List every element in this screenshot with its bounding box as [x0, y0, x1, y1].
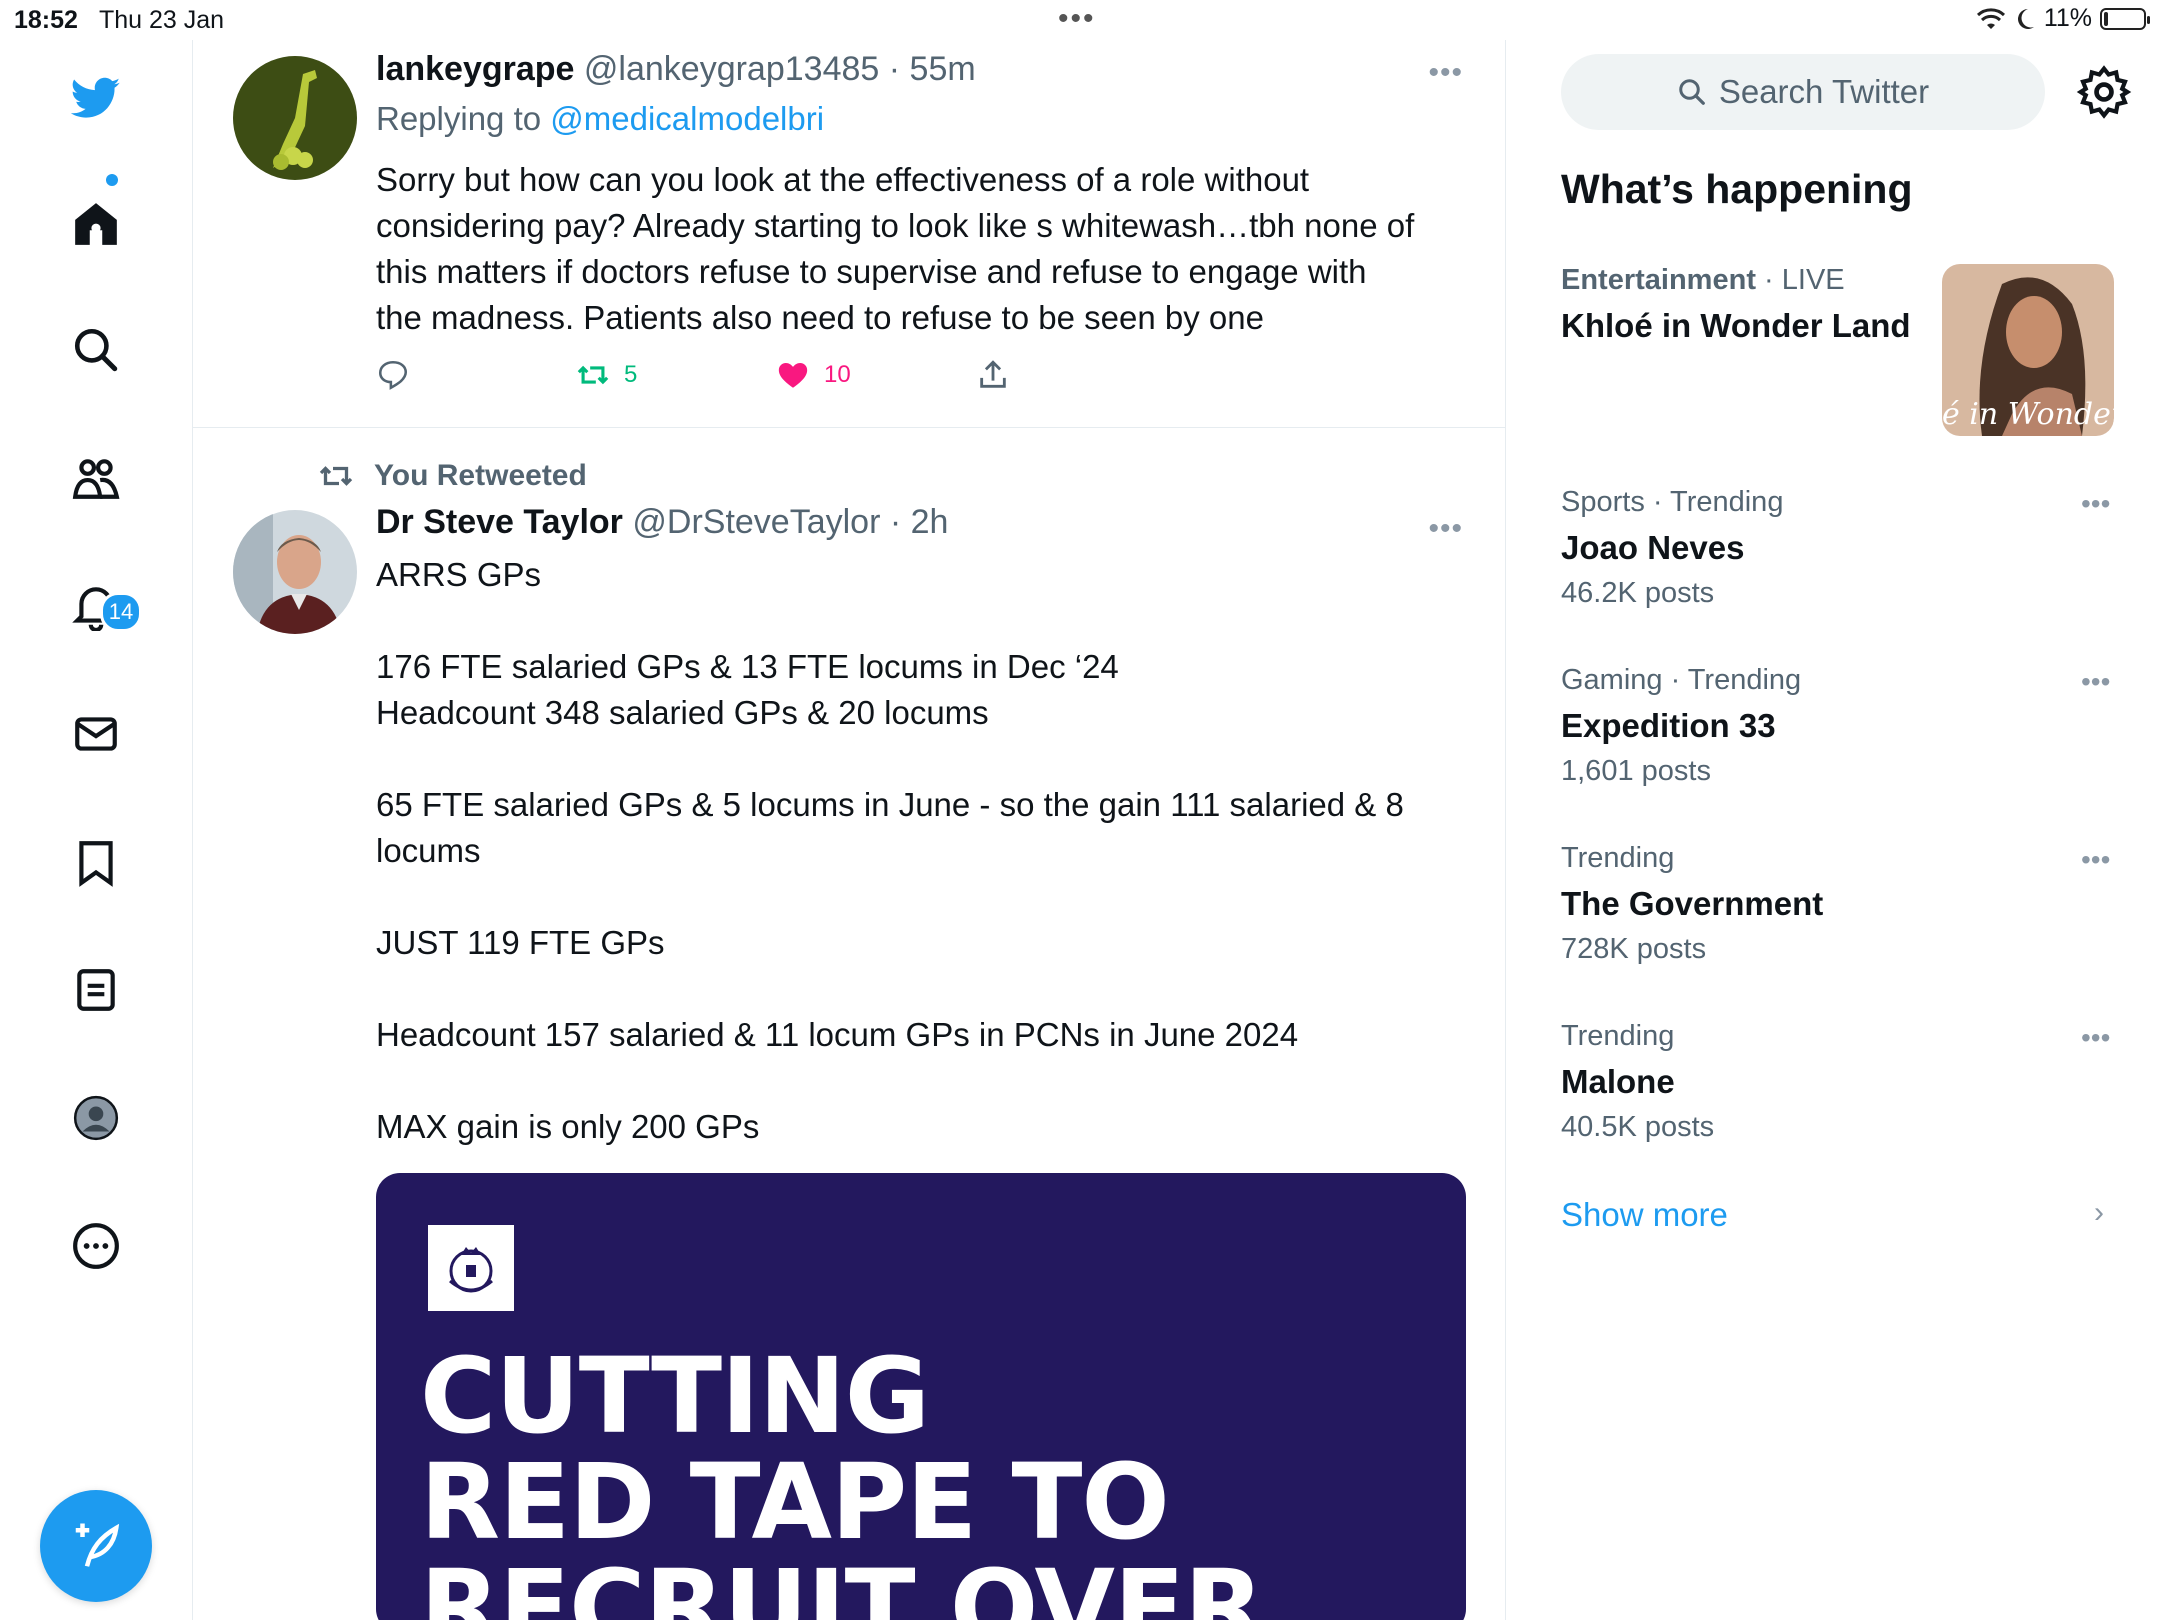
- bookmarks-icon[interactable]: [60, 826, 132, 898]
- tweet-time[interactable]: 2h: [911, 503, 949, 541]
- trend-image-caption: é in Wonder L: [1942, 397, 2114, 432]
- retweeted-indicator: You Retweeted: [318, 458, 587, 494]
- status-indicators: 11%: [1976, 4, 2150, 33]
- trend-item[interactable]: Entertainment · LIVE Khloé in Wonder Lan…: [1561, 264, 1941, 345]
- battery-percent: 11%: [2043, 4, 2092, 32]
- trend-topic: Expedition 33: [1561, 707, 1776, 744]
- trend-count: 40.5K posts: [1561, 1111, 1715, 1143]
- status-time: 18:52: [14, 6, 78, 34]
- show-more-link[interactable]: Show more: [1561, 1196, 1728, 1234]
- avatar[interactable]: [233, 510, 357, 634]
- trend-count: 46.2K posts: [1561, 577, 1715, 609]
- author-name[interactable]: Dr Steve Taylor: [376, 503, 623, 541]
- trend-topic: Joao Neves: [1561, 529, 1745, 566]
- trend-item[interactable]: Trending The Government 728K posts: [1561, 842, 2121, 966]
- trend-meta: Entertainment · LIVE: [1561, 264, 1941, 297]
- trend-item[interactable]: Trending Malone 40.5K posts: [1561, 1020, 2121, 1144]
- home-icon[interactable]: [60, 188, 132, 260]
- status-date: Thu 23 Jan: [99, 6, 225, 34]
- trend-status: LIVE: [1781, 264, 1845, 296]
- trend-more-icon[interactable]: •••: [2081, 844, 2110, 876]
- search-icon[interactable]: [60, 314, 132, 386]
- tweet-text: ARRS GPs 176 FTE salaried GPs & 13 FTE l…: [376, 556, 1404, 1145]
- search-input[interactable]: Search Twitter: [1561, 54, 2045, 130]
- trend-item[interactable]: Gaming · Trending Expedition 33 1,601 po…: [1561, 664, 2121, 788]
- profile-icon[interactable]: [60, 1082, 132, 1154]
- battery-fill: [2104, 11, 2108, 26]
- author-handle[interactable]: @DrSteveTaylor: [632, 503, 880, 541]
- trend-image[interactable]: é in Wonder L: [1942, 264, 2114, 436]
- timeline: lankeygrape @lankeygrap13485 · 55m ••• R…: [193, 40, 1506, 1620]
- search-icon: [1679, 79, 1705, 105]
- tweet-header: Dr Steve Taylor @DrSteveTaylor · 2h: [376, 503, 948, 542]
- tweet-media[interactable]: CUTTING RED TAPE TO RECRUIT OVER: [376, 1173, 1466, 1620]
- multitasking-dots-icon[interactable]: •••: [1058, 4, 1096, 34]
- battery-icon: [2100, 7, 2150, 30]
- tweet[interactable]: You Retweeted Dr Steve Taylor @DrSteveTa…: [193, 40, 1505, 1620]
- retweeted-label[interactable]: You Retweeted: [374, 459, 587, 493]
- trend-more-icon[interactable]: •••: [2081, 488, 2110, 520]
- home-unread-dot: [106, 174, 118, 186]
- feather-plus-icon: [75, 1523, 120, 1567]
- settings-gear-icon[interactable]: [2076, 64, 2132, 120]
- trend-more-icon[interactable]: •••: [2081, 1022, 2110, 1054]
- search-placeholder: Search Twitter: [1718, 73, 1930, 110]
- status-bar: 18:52 Thu 23 Jan ••• 11%: [0, 0, 2160, 40]
- trend-item[interactable]: Sports · Trending Joao Neves 46.2K posts: [1561, 486, 2121, 610]
- communities-icon[interactable]: [60, 442, 132, 514]
- trend-topic: Malone: [1561, 1063, 1675, 1100]
- trend-more-icon[interactable]: •••: [2081, 666, 2110, 698]
- chevron-right-icon[interactable]: ›: [2094, 1196, 2104, 1230]
- notifications-badge: 14: [100, 592, 142, 632]
- lists-icon[interactable]: [60, 954, 132, 1026]
- right-sidebar: Search Twitter What’s happening Entertai…: [1506, 40, 2160, 1620]
- media-headline: CUTTING RED TAPE TO RECRUIT OVER: [420, 1335, 1264, 1620]
- separator-dot: ·: [889, 503, 902, 541]
- compose-tweet-button[interactable]: [40, 1490, 152, 1602]
- trend-category: Trending: [1561, 842, 1675, 874]
- trend-topic: The Government: [1561, 885, 1824, 922]
- messages-icon[interactable]: [60, 698, 132, 770]
- trend-count: 728K posts: [1561, 933, 1707, 965]
- tweet-more-icon[interactable]: •••: [1428, 512, 1463, 546]
- twitter-logo-icon[interactable]: [60, 62, 132, 134]
- left-nav: 14: [0, 40, 193, 1620]
- whats-happening-title: What’s happening: [1561, 166, 1913, 212]
- crest-logo: [428, 1225, 514, 1311]
- trend-count: 1,601 posts: [1561, 755, 1711, 787]
- trend-category: Entertainment: [1561, 264, 1756, 296]
- trend-category: Sports · Trending: [1561, 486, 1784, 518]
- wifi-icon: [1976, 7, 2005, 29]
- trend-category: Trending: [1561, 1020, 1675, 1052]
- trend-category: Gaming · Trending: [1561, 664, 1802, 696]
- trend-topic: Khloé in Wonder Land: [1561, 307, 1911, 344]
- retweet-icon: [319, 466, 353, 486]
- more-icon[interactable]: [60, 1210, 132, 1282]
- moon-icon: [2017, 8, 2034, 29]
- trend-separator: ·: [1755, 264, 1782, 296]
